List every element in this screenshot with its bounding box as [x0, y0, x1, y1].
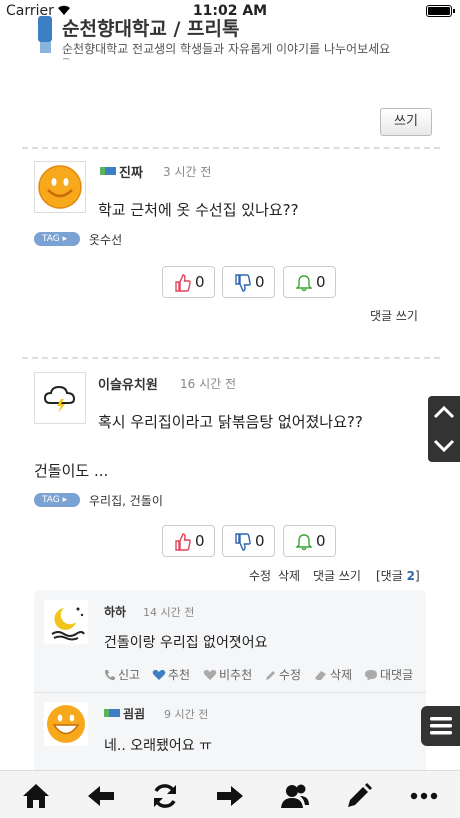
pencil-icon — [266, 671, 275, 680]
divider — [22, 357, 440, 359]
post-tags[interactable]: 옷수선 — [89, 231, 122, 248]
menu-icon — [430, 717, 452, 735]
storm-cloud-icon — [43, 385, 76, 413]
heart-icon — [152, 669, 166, 680]
bell-icon — [296, 275, 312, 292]
downvote-count: 0 — [255, 273, 265, 291]
post-time: 16 시간 전 — [180, 377, 237, 391]
battery-icon — [426, 5, 455, 17]
upvote-button[interactable]: 0 — [162, 525, 215, 557]
report-button[interactable]: 신고 — [104, 666, 140, 683]
moon-night-icon — [51, 607, 85, 641]
delete-post-link[interactable]: 삭제 — [278, 567, 300, 584]
reply-write-link[interactable]: 댓글 쓰기 — [370, 307, 418, 324]
delete-comment-button[interactable]: 삭제 — [314, 666, 352, 683]
home-icon[interactable] — [21, 781, 51, 811]
scroll-down-button[interactable] — [428, 429, 460, 462]
back-arrow-icon[interactable] — [86, 781, 116, 811]
comment-body[interactable]: 네.. 오래됐어요 ㅠ — [104, 735, 212, 755]
board-description: 순천향대학교 전교생의 학생들과 자유롭게 이야기를 나누어보세요 — [62, 42, 391, 56]
edit-comment-button[interactable]: 수정 — [265, 666, 301, 683]
downvote-count: 0 — [255, 532, 265, 550]
reply-comment-button[interactable]: 대댓글 — [364, 666, 413, 683]
more-icon[interactable] — [409, 781, 439, 811]
avatar[interactable] — [44, 702, 88, 746]
board-title[interactable]: 순천향대학교 / 프리톡 — [62, 14, 240, 41]
scroll-control — [428, 396, 460, 462]
thumbs-down-icon — [235, 274, 251, 292]
tag-badge: TAG ▸ — [34, 232, 80, 246]
scroll-up-button[interactable] — [428, 396, 460, 429]
menu-button[interactable] — [421, 706, 460, 746]
post-author[interactable]: 이슬유치원 — [98, 374, 158, 393]
reply-toggle[interactable]: [댓글 2] — [376, 567, 420, 584]
comment-list — [34, 590, 426, 780]
alert-count: 0 — [316, 532, 326, 550]
comment-time: 9 시간 전 — [164, 708, 209, 721]
smiley-icon — [38, 165, 82, 209]
users-icon[interactable] — [280, 781, 310, 811]
post-body-line[interactable]: 건돌이도 ... — [34, 460, 108, 481]
refresh-icon[interactable] — [150, 781, 180, 811]
post-time: 3 시간 전 — [163, 165, 212, 179]
avatar[interactable] — [34, 372, 86, 424]
phone-icon — [105, 670, 115, 681]
level-icon — [104, 709, 120, 717]
chevron-up-icon — [433, 405, 455, 419]
post-author[interactable]: 진짜 — [119, 162, 143, 181]
avatar[interactable] — [44, 600, 88, 644]
post-body[interactable]: 혹시 우리집이라고 닭볶음탕 없어졌나요?? — [98, 411, 363, 432]
tag-badge: TAG ▸ — [34, 493, 80, 507]
alert-button[interactable]: 0 — [283, 266, 336, 298]
divider — [22, 147, 440, 149]
post-body[interactable]: 학교 근처에 옷 수선집 있나요?? — [98, 199, 299, 220]
bell-icon — [296, 534, 312, 551]
comment-author[interactable]: 굄굄 — [123, 705, 145, 722]
downvote-button[interactable]: 0 — [222, 525, 275, 557]
board-icon — [38, 16, 52, 42]
eraser-icon — [315, 671, 326, 680]
comment-time: 14 시간 전 — [143, 606, 195, 619]
edit-post-link[interactable]: 수정 — [249, 567, 271, 584]
comment-author[interactable]: 하하 — [104, 603, 126, 620]
recommend-button[interactable]: 추천 — [152, 666, 190, 683]
forward-arrow-icon[interactable] — [215, 781, 245, 811]
avatar[interactable] — [34, 161, 86, 213]
pencil-icon[interactable] — [344, 781, 374, 811]
comment-body[interactable]: 건돌이랑 우리집 없어졋어요 — [104, 632, 267, 652]
thumbs-down-icon — [235, 533, 251, 551]
post-tags[interactable]: 우리집, 건돌이 — [89, 492, 163, 509]
speech-bubble-icon — [365, 670, 377, 681]
upvote-count: 0 — [195, 532, 205, 550]
write-button[interactable]: 쓰기 — [380, 108, 432, 136]
upvote-button[interactable]: 0 — [162, 266, 215, 298]
laughing-face-icon — [47, 705, 85, 743]
chevron-down-icon — [433, 439, 455, 453]
not-recommend-button[interactable]: 비추천 — [203, 666, 252, 683]
reply-count: 2 — [406, 569, 415, 583]
level-icon — [100, 167, 116, 175]
board-description-tilde: ~ — [62, 54, 71, 65]
alert-count: 0 — [316, 273, 326, 291]
thumbs-up-icon — [175, 533, 191, 551]
reply-write-link[interactable]: 댓글 쓰기 — [313, 567, 361, 584]
description-icon — [40, 42, 51, 53]
upvote-count: 0 — [195, 273, 205, 291]
downvote-button[interactable]: 0 — [222, 266, 275, 298]
thumbs-up-icon — [175, 274, 191, 292]
bottom-toolbar — [0, 770, 460, 818]
comment-divider — [34, 692, 426, 693]
heart-icon — [203, 669, 217, 680]
alert-button[interactable]: 0 — [283, 525, 336, 557]
